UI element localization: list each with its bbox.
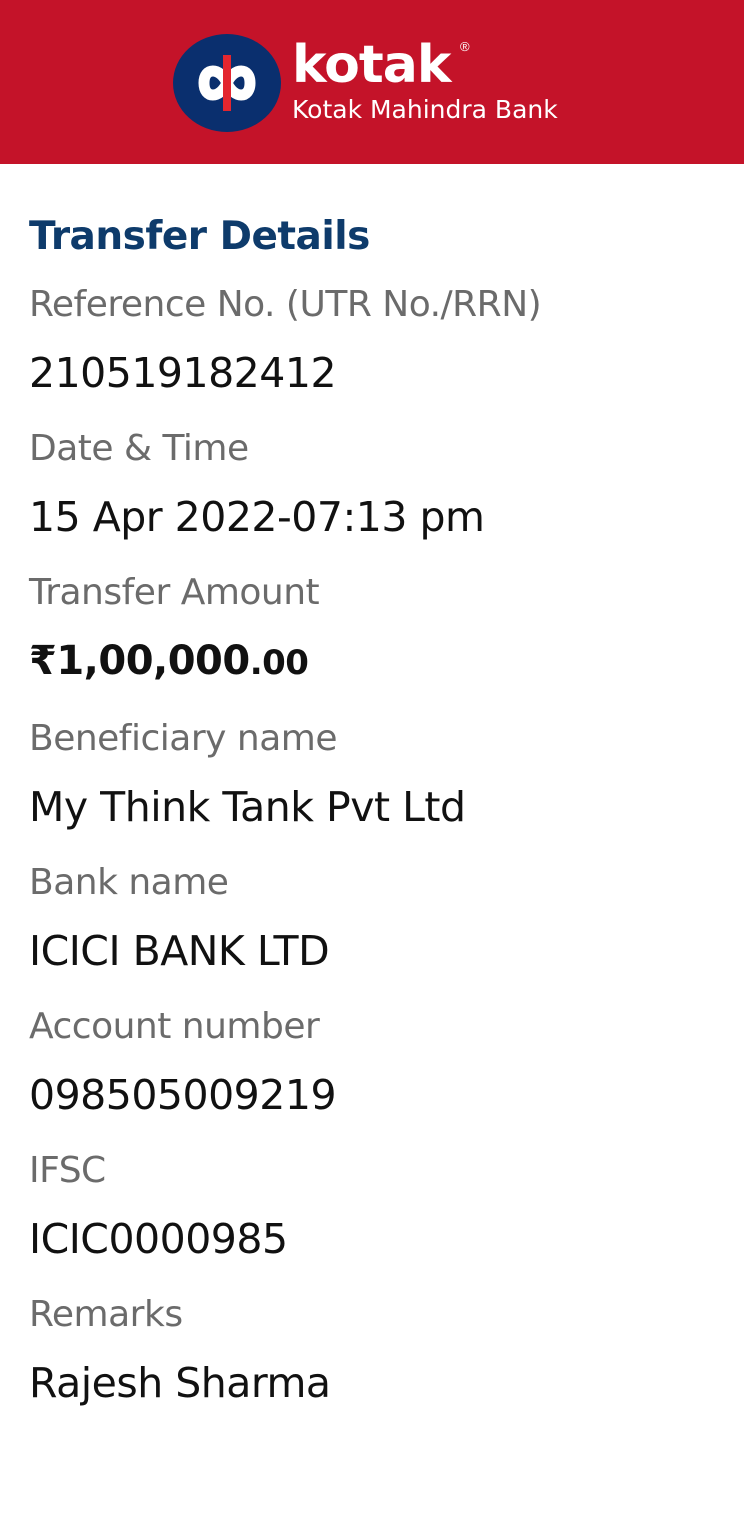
bank-name-subtitle: Kotak Mahindra Bank (292, 95, 558, 124)
ifsc-field: IFSC ICIC0000985 (29, 1146, 744, 1268)
beneficiary-field: Beneficiary name My Think Tank Pvt Ltd (29, 714, 744, 836)
amount-main: ₹1,00,000 (29, 638, 250, 684)
app-header: kotak ® Kotak Mahindra Bank (0, 0, 744, 164)
remarks-value: Rajesh Sharma (29, 1359, 331, 1407)
ifsc-value: ICIC0000985 (29, 1215, 288, 1263)
remarks-label: Remarks (29, 1294, 183, 1335)
amount-field: Transfer Amount ₹1,00,000.00 (29, 568, 744, 692)
bank-field: Bank name ICICI BANK LTD (29, 858, 744, 980)
kotak-infinity-logo-icon (173, 34, 281, 132)
amount-value: ₹1,00,000.00 (29, 632, 744, 692)
datetime-value: 15 Apr 2022-07:13 pm (29, 493, 485, 541)
beneficiary-label: Beneficiary name (29, 718, 337, 759)
kotak-logo: kotak ® Kotak Mahindra Bank (172, 33, 558, 133)
amount-label: Transfer Amount (29, 572, 320, 613)
datetime-field: Date & Time 15 Apr 2022-07:13 pm (29, 424, 744, 546)
brand-wordmark: kotak (292, 35, 451, 95)
reference-value: 210519182412 (29, 349, 337, 397)
account-field: Account number 098505009219 (29, 1002, 744, 1124)
bank-value: ICICI BANK LTD (29, 927, 330, 975)
registered-mark: ® (460, 39, 470, 54)
remarks-field: Remarks Rajesh Sharma (29, 1290, 744, 1412)
transfer-details-panel: Transfer Details Reference No. (UTR No./… (0, 164, 744, 1412)
account-value: 098505009219 (29, 1071, 337, 1119)
bank-label: Bank name (29, 862, 229, 903)
account-label: Account number (29, 1006, 320, 1047)
beneficiary-value: My Think Tank Pvt Ltd (29, 783, 466, 831)
page-title: Transfer Details (29, 214, 370, 259)
amount-paise: .00 (249, 643, 309, 683)
reference-label: Reference No. (UTR No./RRN) (29, 284, 542, 325)
ifsc-label: IFSC (29, 1150, 106, 1191)
reference-field: Reference No. (UTR No./RRN) 210519182412 (29, 280, 744, 402)
datetime-label: Date & Time (29, 428, 249, 469)
